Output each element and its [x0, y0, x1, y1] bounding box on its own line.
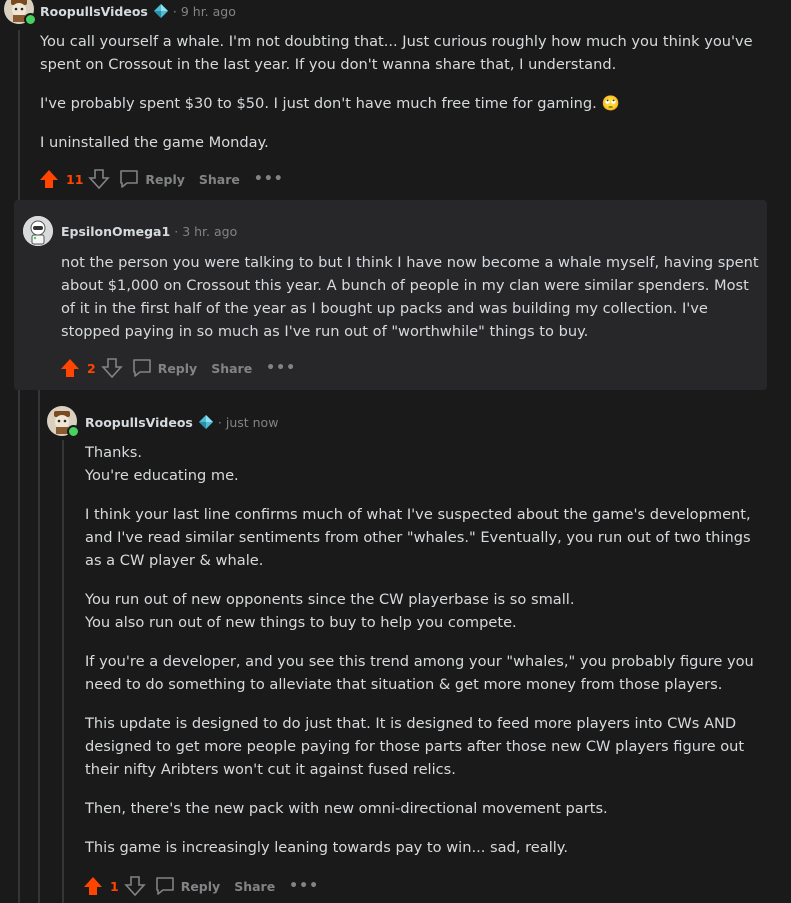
downvote-arrow-icon	[123, 876, 146, 897]
reply-label: Reply	[180, 878, 221, 894]
comment-body: Thanks. You're educating me. I think you…	[85, 441, 765, 875]
comment-paragraph: If you're a developer, and you see this …	[85, 653, 754, 693]
avatar[interactable]	[47, 406, 80, 438]
reply-label: Reply	[145, 171, 185, 187]
share-button[interactable]: Share	[234, 879, 275, 894]
upvote-button[interactable]	[59, 357, 81, 379]
thread-line[interactable]	[18, 30, 20, 903]
upvote-button[interactable]	[38, 168, 60, 190]
online-status-icon	[24, 13, 37, 26]
downvote-button[interactable]	[100, 357, 131, 379]
comment-body: not the person you were talking to but I…	[61, 251, 766, 359]
comment-paragraph: I think your last line confirms much of …	[85, 506, 751, 569]
timestamp[interactable]: 9 hr. ago	[181, 4, 236, 19]
timestamp-separator: ·	[172, 3, 177, 19]
comment-paragraph: I uninstalled the game Monday.	[40, 134, 269, 151]
diamond-flair-icon	[153, 4, 168, 18]
timestamp-separator: ·	[174, 224, 179, 239]
vote-count: 2	[87, 360, 96, 376]
downvote-arrow-icon	[100, 358, 123, 379]
avatar[interactable]	[23, 216, 53, 246]
username[interactable]: RoopullsVideos	[85, 415, 193, 430]
vote-count: 1	[110, 878, 119, 894]
share-button[interactable]: Share	[211, 361, 252, 376]
timestamp-separator: ·	[217, 414, 222, 430]
vote-count: 11	[66, 171, 84, 187]
speech-bubble-icon	[132, 359, 151, 377]
downvote-button[interactable]	[123, 875, 154, 897]
more-options-button[interactable]: •••	[254, 171, 284, 187]
comment-actions: 11 Reply Share •••	[38, 165, 284, 193]
speech-bubble-icon	[155, 877, 174, 895]
comment-paragraph: Then, there's the new pack with new omni…	[85, 800, 608, 817]
reply-label: Reply	[157, 360, 198, 376]
username[interactable]: RoopullsVideos	[40, 4, 148, 19]
more-options-button[interactable]: •••	[289, 878, 319, 894]
reply-button[interactable]: Reply	[118, 168, 198, 190]
share-button[interactable]: Share	[199, 172, 240, 187]
more-options-button[interactable]: •••	[266, 360, 296, 376]
comment-paragraph: not the person you were talking to but I…	[61, 254, 759, 340]
comment-paragraph: I've probably spent $30 to $50. I just d…	[40, 95, 620, 112]
diamond-flair-icon	[198, 415, 213, 429]
avatar[interactable]	[4, 0, 37, 26]
comment-paragraph: You call yourself a whale. I'm not doubt…	[40, 33, 753, 73]
reply-button[interactable]: Reply	[154, 875, 234, 897]
comment-paragraph: This update is designed to do just that.…	[85, 715, 745, 778]
speech-bubble-icon	[120, 170, 139, 188]
downvote-arrow-icon	[88, 169, 111, 190]
thread-line[interactable]	[62, 440, 64, 903]
comment-paragraph: You run out of new opponents since the C…	[85, 591, 575, 631]
comment-paragraph: Thanks. You're educating me.	[85, 444, 239, 484]
upvote-arrow-icon	[84, 877, 102, 895]
comment-paragraph: This game is increasingly leaning toward…	[85, 839, 568, 856]
comment-body: You call yourself a whale. I'm not doubt…	[40, 30, 760, 170]
comment-actions: 2 Reply Share •••	[59, 354, 296, 382]
upvote-arrow-icon	[61, 359, 79, 377]
username[interactable]: EpsilonOmega1	[61, 224, 170, 239]
comment-actions: 1 Reply Share •••	[82, 872, 319, 900]
upvote-arrow-icon	[40, 170, 58, 188]
reply-button[interactable]: Reply	[131, 357, 211, 379]
downvote-button[interactable]	[88, 168, 118, 190]
timestamp[interactable]: just now	[226, 415, 279, 430]
timestamp[interactable]: 3 hr. ago	[182, 224, 237, 239]
online-status-icon	[67, 425, 80, 438]
upvote-button[interactable]	[82, 875, 104, 897]
